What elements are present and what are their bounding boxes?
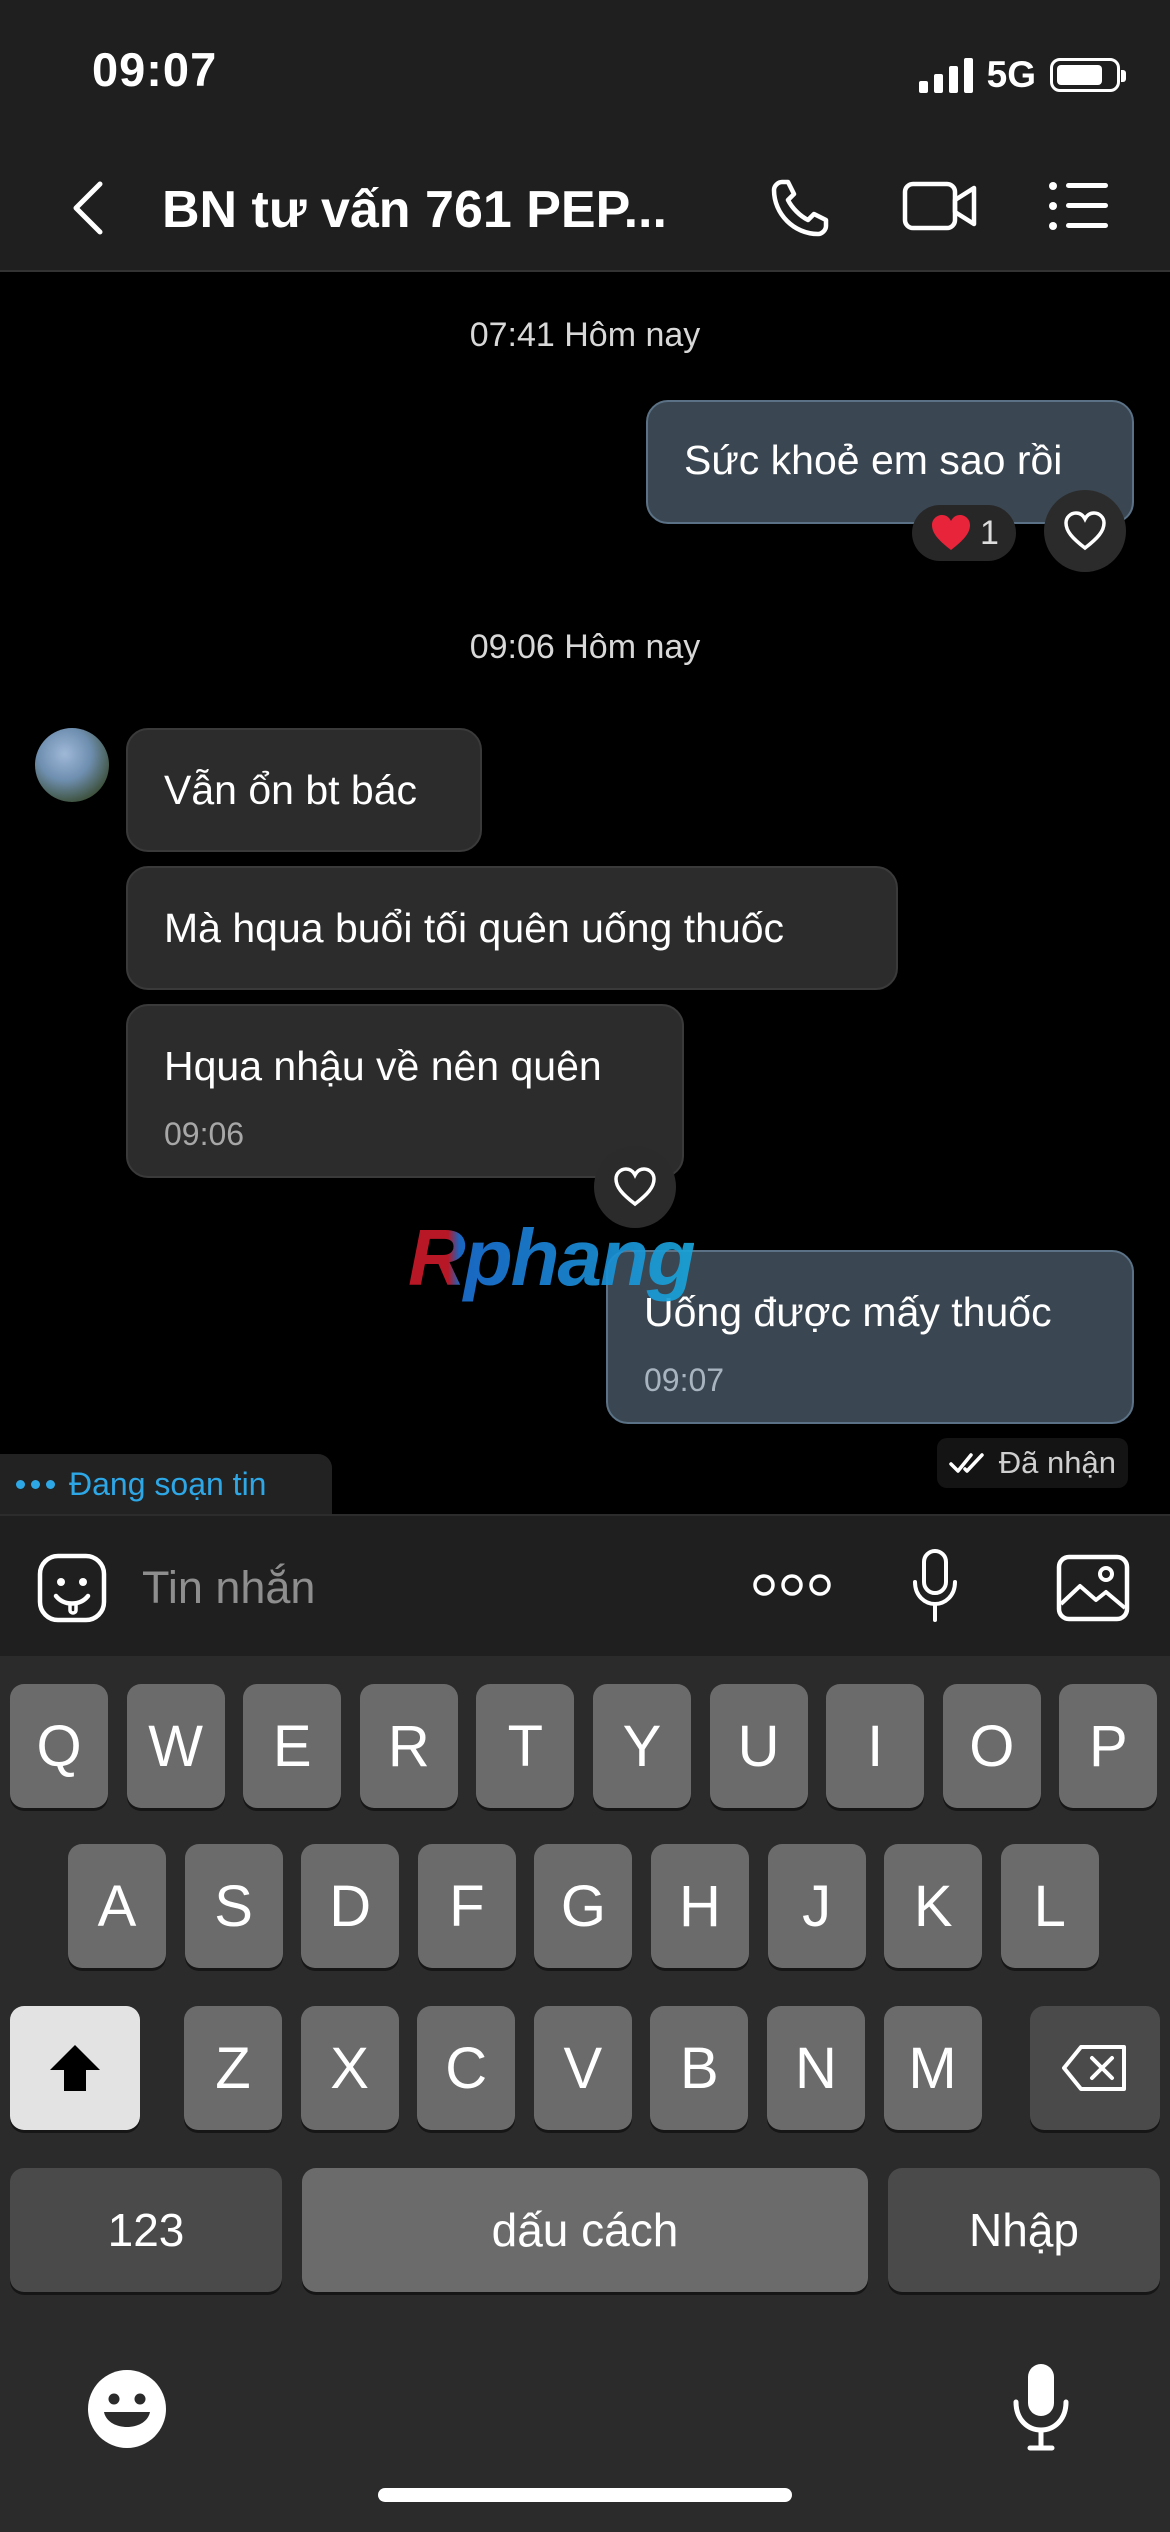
signal-icon [918,57,973,93]
message-text: Uống được mấy thuốc [644,1289,1052,1335]
red-heart-icon [932,515,970,550]
dictation-mic-icon[interactable] [1010,2360,1072,2452]
battery-icon [1050,58,1126,92]
key-k[interactable]: K [884,1844,983,1968]
message-text: Sức khoẻ em sao rồi [684,437,1063,483]
timestamp-separator: 09:06 Hôm nay [469,628,701,666]
more-options-icon[interactable] [752,1570,832,1600]
backspace-icon [1062,2045,1126,2091]
shift-arrow-icon [50,2045,100,2091]
timestamp-separator: 07:41 Hôm nay [469,316,701,354]
key-a[interactable]: A [68,1844,166,1968]
message-composer: Tin nhắn [0,1514,1170,1656]
video-call-icon[interactable] [902,176,978,236]
space-key[interactable]: dấu cách [302,2168,868,2292]
home-indicator [378,2488,792,2502]
key-u[interactable]: U [709,1684,808,1808]
shift-key[interactable] [10,2006,140,2130]
key-t[interactable]: T [476,1684,575,1808]
conversation-title[interactable]: BN tư vấn 761 PEP... [162,180,667,240]
message-time: 09:06 [164,1116,245,1152]
key-h[interactable]: H [651,1844,749,1968]
message-input[interactable]: Tin nhắn [142,1562,315,1614]
key-f[interactable]: F [417,1844,516,1968]
key-g[interactable]: G [534,1844,633,1968]
keyboard: QWERTYUIOP ASDFGHJKL ZXCVBNM 123 dấu các… [0,1656,1170,2532]
key-n[interactable]: N [767,2006,865,2130]
key-m[interactable]: M [883,2006,982,2130]
header-divider [0,270,1170,272]
double-check-icon [949,1453,984,1473]
reaction-count: 1 [980,513,999,552]
status-indicators: 5G [918,50,1126,100]
typing-indicator: Đang soạn tin [0,1454,332,1514]
key-r[interactable]: R [359,1684,458,1808]
voice-message-icon[interactable] [910,1548,960,1624]
menu-list-icon[interactable] [1048,176,1110,236]
phone-call-icon[interactable] [768,176,832,240]
message-text: Hqua nhậu về nên quên [164,1043,602,1089]
gallery-icon[interactable] [1056,1554,1130,1622]
key-o[interactable]: O [942,1684,1041,1808]
key-p[interactable]: P [1059,1684,1158,1808]
enter-key[interactable]: Nhập [888,2168,1160,2292]
back-chevron-icon[interactable] [68,180,108,236]
receipt-label: Đã nhận [998,1445,1116,1480]
message-incoming[interactable]: Vẫn ổn bt bác [126,728,482,852]
emoji-keyboard-icon[interactable] [86,2368,168,2450]
message-text: Vẫn ổn bt bác [164,767,418,813]
heart-outline-icon [614,1167,656,1207]
key-d[interactable]: D [301,1844,400,1968]
top-bar: 09:07 5G BN tư vấn 761 PEP... [0,0,1170,272]
key-c[interactable]: C [417,2006,516,2130]
network-type: 5G [986,54,1036,95]
watermark-logo: Rphang [408,1213,696,1302]
typing-dots-icon [16,1479,55,1489]
key-l[interactable]: L [1000,1844,1099,1968]
key-b[interactable]: B [650,2006,749,2130]
reaction-badge[interactable]: 1 [912,505,1016,561]
message-incoming[interactable]: Hqua nhậu về nên quên 09:06 [126,1004,684,1178]
key-s[interactable]: S [184,1844,283,1968]
key-z[interactable]: Z [184,2006,282,2130]
key-w[interactable]: W [126,1684,225,1808]
heart-outline-icon [1064,511,1106,551]
react-heart-button[interactable] [1044,490,1126,572]
key-j[interactable]: J [767,1844,866,1968]
sticker-icon[interactable] [36,1552,108,1624]
key-e[interactable]: E [243,1684,342,1808]
read-receipt: Đã nhận [936,1438,1128,1488]
message-text: Mà hqua buổi tối quên uống thuốc [164,905,785,951]
message-time: 09:07 [644,1362,725,1398]
key-v[interactable]: V [533,2006,632,2130]
avatar[interactable] [35,728,109,802]
status-time: 09:07 [92,43,218,96]
key-y[interactable]: Y [593,1684,691,1808]
typing-label: Đang soạn tin [69,1465,267,1502]
backspace-key[interactable] [1030,2006,1160,2130]
key-i[interactable]: I [826,1684,925,1808]
key-x[interactable]: X [300,2006,399,2130]
numbers-key[interactable]: 123 [10,2168,282,2292]
message-incoming[interactable]: Mà hqua buổi tối quên uống thuốc [126,866,898,990]
key-q[interactable]: Q [10,1684,108,1808]
